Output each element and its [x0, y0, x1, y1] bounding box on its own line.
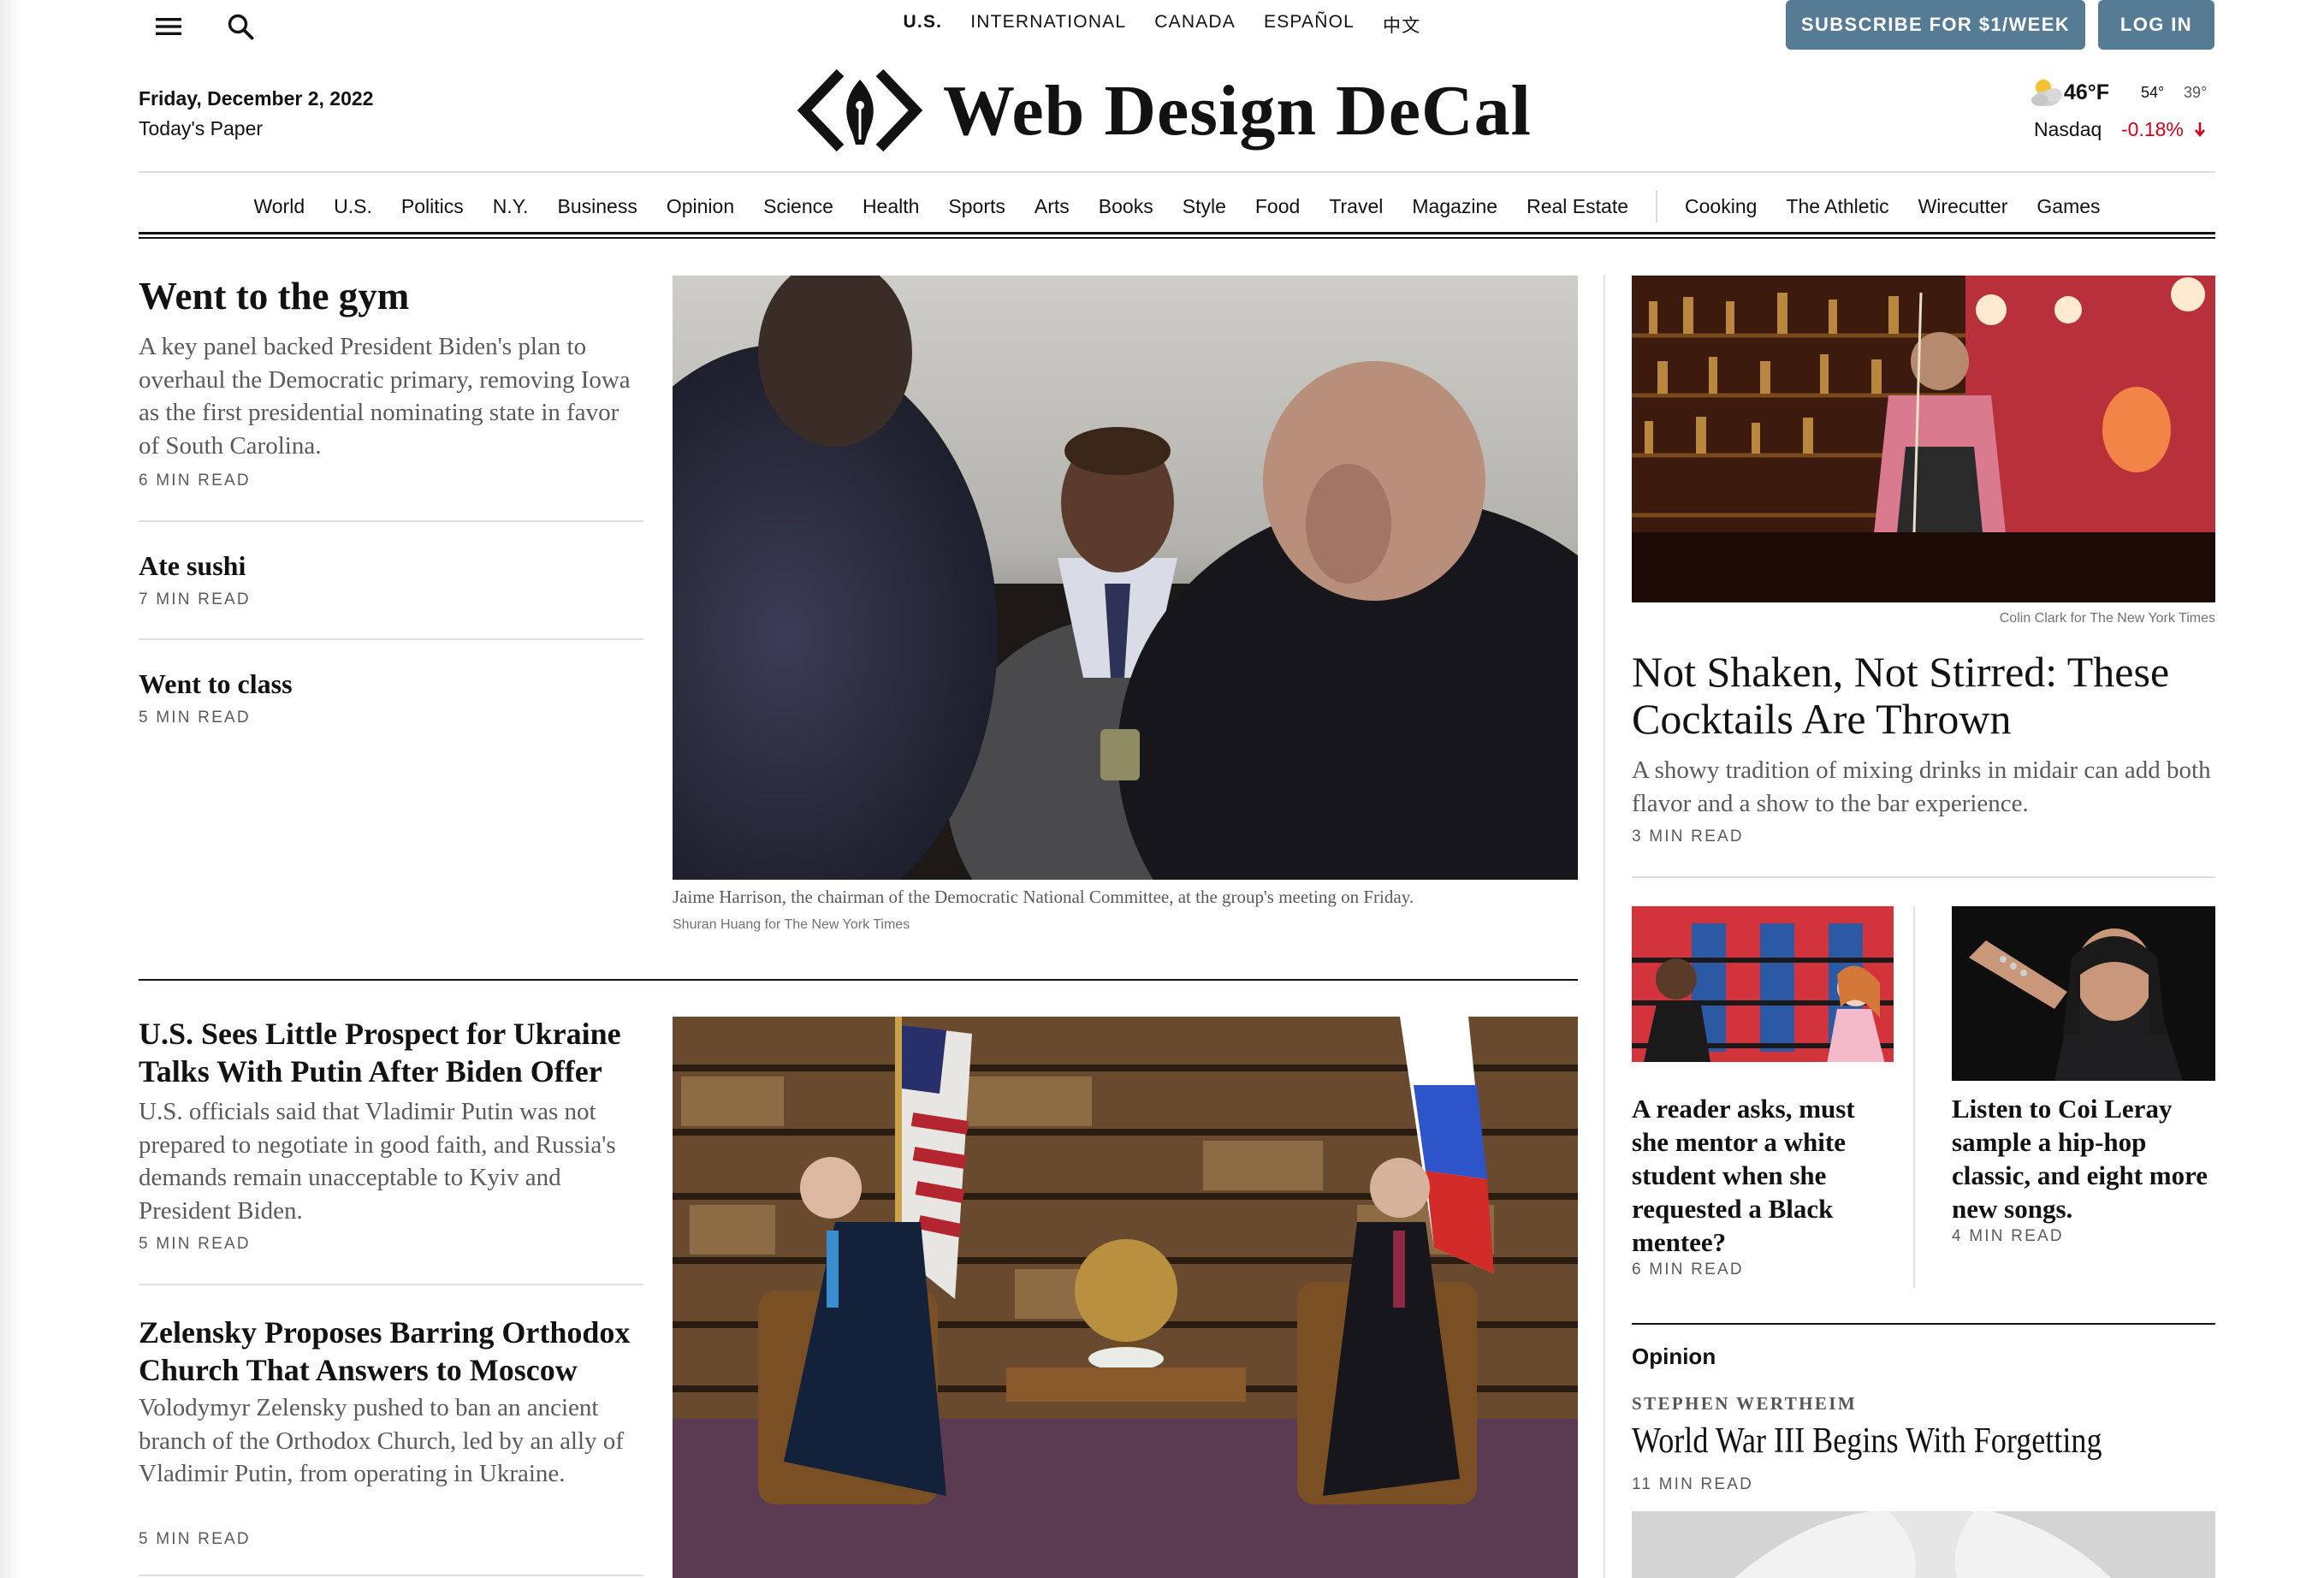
- nav-magazine[interactable]: Magazine: [1412, 195, 1497, 218]
- nav-world[interactable]: World: [253, 195, 305, 218]
- story-divider: [139, 1575, 643, 1576]
- lead-photo-credit: Shuran Huang for The New York Times: [673, 917, 910, 932]
- opinion-headline[interactable]: World War III Begins With Forgetting: [1632, 1421, 2134, 1462]
- market-change: -0.18%: [2121, 118, 2206, 141]
- nav-opinion[interactable]: Opinion: [667, 195, 734, 218]
- nav-cooking[interactable]: Cooking: [1685, 195, 1757, 218]
- nav-wirecutter[interactable]: Wirecutter: [1918, 195, 2008, 218]
- mentor-illustration-image: [1632, 906, 1894, 1079]
- ukraine-summary-talks[interactable]: U.S. officials said that Vladimir Putin …: [139, 1095, 643, 1227]
- login-button[interactable]: LOG IN: [2098, 0, 2214, 50]
- section-nav: World U.S. Politics N.Y. Business Opinio…: [139, 190, 2215, 222]
- market-change-value: -0.18%: [2121, 118, 2184, 140]
- nav-food[interactable]: Food: [1255, 195, 1300, 218]
- bar-cocktail-photo-image: [1632, 276, 2215, 602]
- partly-cloudy-icon: [2031, 80, 2062, 106]
- ukraine-summary-church[interactable]: Volodymyr Zelensky pushed to ban an anci…: [139, 1391, 643, 1491]
- weather-widget[interactable]: [2028, 75, 2066, 114]
- edition-chinese[interactable]: 中文: [1383, 12, 1420, 38]
- page-edge-shadow: [0, 0, 22, 1578]
- nav-style[interactable]: Style: [1183, 195, 1226, 218]
- summit-photo[interactable]: [673, 1017, 1578, 1578]
- arrow-down-icon: [2195, 122, 2206, 138]
- lead-read-time: 6 MIN READ: [139, 472, 251, 489]
- mentor-read-time: 6 MIN READ: [1632, 1261, 1744, 1278]
- weather-low: 39°: [2184, 84, 2208, 101]
- nav-the-athletic[interactable]: The Athletic: [1786, 195, 1888, 218]
- nav-double-rule-top: [139, 232, 2215, 234]
- todays-paper-link[interactable]: Today's Paper: [139, 117, 263, 140]
- market-name[interactable]: Nasdaq: [2034, 118, 2102, 141]
- story-divider: [139, 520, 643, 522]
- nav-arts[interactable]: Arts: [1035, 195, 1070, 218]
- story-divider: [139, 1284, 643, 1285]
- coi-leray-photo-image: [1952, 906, 2215, 1081]
- mentor-illustration[interactable]: [1632, 906, 1894, 1079]
- coi-leray-read-time: 4 MIN READ: [1952, 1227, 2064, 1245]
- nav-science[interactable]: Science: [763, 195, 833, 218]
- feature-headline[interactable]: Not Shaken, Not Stirred: These Cocktails…: [1632, 649, 2215, 743]
- nav-separator: [1656, 190, 1658, 222]
- small-feature-divider: [1913, 906, 1915, 1288]
- biden-putin-photo-image: [673, 1017, 1578, 1578]
- subscribe-button[interactable]: SUBSCRIBE FOR $1/WEEK: [1786, 0, 2085, 50]
- nav-politics[interactable]: Politics: [401, 195, 464, 218]
- meeting-photo-image: [673, 276, 1578, 880]
- edition-international[interactable]: INTERNATIONAL: [970, 12, 1126, 38]
- story-divider: [139, 638, 643, 640]
- ukraine-headline-church[interactable]: Zelensky Proposes Barring Orthodox Churc…: [139, 1314, 643, 1389]
- edition-canada[interactable]: CANADA: [1154, 12, 1236, 38]
- edition-us[interactable]: U.S.: [904, 12, 943, 38]
- feature-read-time: 3 MIN READ: [1632, 828, 1744, 845]
- brief-read-time-class: 5 MIN READ: [139, 709, 251, 727]
- nav-sports[interactable]: Sports: [948, 195, 1005, 218]
- opinion-read-time: 11 MIN READ: [1632, 1475, 1754, 1493]
- ukraine-read-time-church: 5 MIN READ: [139, 1530, 251, 1548]
- lead-photo[interactable]: [673, 276, 1578, 880]
- nav-business[interactable]: Business: [558, 195, 637, 218]
- pen-nib-logo-icon: [797, 68, 923, 152]
- coi-leray-photo[interactable]: [1952, 906, 2215, 1081]
- column-divider: [1604, 276, 1605, 1578]
- feature-summary[interactable]: A showy tradition of mixing drinks in mi…: [1632, 754, 2215, 820]
- story-divider: [1632, 876, 2215, 878]
- site-title: Web Design DeCal: [943, 70, 1532, 151]
- current-date: Friday, December 2, 2022: [139, 87, 374, 110]
- section-rule: [139, 979, 1578, 981]
- feature-photo-credit: Colin Clark for The New York Times: [1999, 611, 2215, 626]
- weather-temp: 46°F: [2064, 80, 2110, 104]
- nav-health[interactable]: Health: [863, 195, 919, 218]
- feature-photo[interactable]: [1632, 276, 2215, 602]
- nav-real-estate[interactable]: Real Estate: [1527, 195, 1628, 218]
- brief-read-time-sushi: 7 MIN READ: [139, 590, 251, 608]
- ukraine-headline-talks[interactable]: U.S. Sees Little Prospect for Ukraine Ta…: [139, 1015, 643, 1090]
- ukraine-read-time-talks: 5 MIN READ: [139, 1235, 251, 1253]
- opinion-author[interactable]: STEPHEN WERTHEIM: [1632, 1393, 1857, 1415]
- brief-headline-class[interactable]: Went to class: [139, 668, 293, 700]
- nav-travel[interactable]: Travel: [1329, 195, 1383, 218]
- opinion-photo[interactable]: [1632, 1511, 2215, 1578]
- weather-high: 54°: [2141, 84, 2165, 101]
- edition-espanol[interactable]: ESPAÑOL: [1264, 12, 1355, 38]
- nav-double-rule-bottom: [139, 237, 2215, 239]
- lead-summary[interactable]: A key panel backed President Biden's pla…: [139, 330, 643, 462]
- brief-headline-sushi[interactable]: Ate sushi: [139, 550, 246, 582]
- lead-headline[interactable]: Went to the gym: [139, 274, 643, 318]
- nav-us[interactable]: U.S.: [334, 195, 372, 218]
- opinion-section-label[interactable]: Opinion: [1632, 1344, 1716, 1370]
- site-logo[interactable]: Web Design DeCal: [796, 58, 1532, 163]
- nav-games[interactable]: Games: [2036, 195, 2100, 218]
- mentor-headline[interactable]: A reader asks, must she mentor a white s…: [1632, 1092, 1894, 1259]
- opinion-photo-image: [1632, 1511, 2215, 1578]
- coi-leray-headline[interactable]: Listen to Coi Leray sample a hip-hop cla…: [1952, 1092, 2215, 1225]
- opinion-rule: [1632, 1323, 2215, 1325]
- lead-photo-caption: Jaime Harrison, the chairman of the Demo…: [673, 887, 1414, 907]
- masthead-divider: [139, 171, 2215, 173]
- nav-ny[interactable]: N.Y.: [493, 195, 529, 218]
- nav-books[interactable]: Books: [1099, 195, 1153, 218]
